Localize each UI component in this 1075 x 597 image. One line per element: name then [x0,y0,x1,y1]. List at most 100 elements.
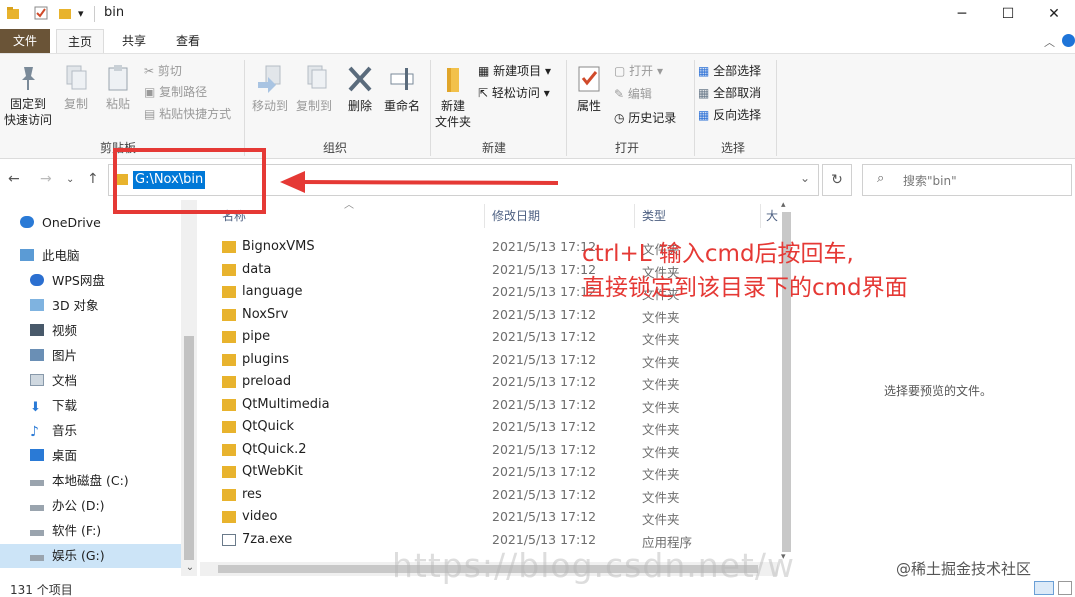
item-count: 131 个项目 [10,583,73,597]
pin-quick-access-button[interactable]: 固定到 快速访问 [2,64,54,128]
delete-label: 删除 [347,99,372,113]
column-header-size[interactable]: 大 [766,207,778,224]
back-arrow-icon[interactable]: ← [8,171,20,187]
cut-button[interactable]: ✂ 剪切 [144,62,182,80]
recent-locations-chevron-icon[interactable]: ⌄ [66,174,74,185]
nav-scrollbar[interactable] [181,200,197,576]
nav-item-onedrive[interactable]: OneDrive [20,211,101,235]
folder-icon [222,399,236,411]
column-divider[interactable] [634,204,635,228]
file-row[interactable]: res 2021/5/13 17:12 文件夹 [200,484,780,506]
new-item-button[interactable]: ▦ 新建项目 ▾ [478,62,551,80]
file-row[interactable]: video 2021/5/13 17:12 文件夹 [200,506,780,528]
easy-access-button[interactable]: ⇱ 轻松访问 ▾ [478,84,550,102]
rename-button[interactable]: 重命名 [380,64,424,114]
open-button[interactable]: ▢ 打开 ▾ [614,62,663,80]
edit-icon: ✎ [614,87,628,101]
organize-group-label: 组织 [323,141,348,155]
tab-share[interactable]: 共享 [110,29,158,53]
copy-to-button[interactable]: 复制到 [292,64,336,114]
nav-item-music[interactable]: ♪ 音乐 [30,419,77,443]
close-button[interactable]: ✕ [1031,0,1075,28]
minimize-button[interactable]: ─ [939,0,985,28]
new-folder-button[interactable]: 新建 文件夹 [432,64,474,130]
select-none-button[interactable]: ▦ 全部取消 [698,84,761,102]
file-type: 文件夹 [642,490,680,505]
column-divider[interactable] [484,204,485,228]
nav-item-drive-d[interactable]: 办公 (D:) [30,494,105,518]
details-view-icon[interactable] [1034,581,1054,595]
forward-arrow-icon[interactable]: → [40,171,52,187]
download-icon: ⬇ [30,400,41,415]
delete-button[interactable]: 删除 [342,64,378,114]
copy-label: 复制 [63,97,88,111]
file-row[interactable]: QtQuick 2021/5/13 17:12 文件夹 [200,416,780,438]
nav-scroll-down-icon[interactable]: ⌄ [182,562,198,576]
history-button[interactable]: ◷ 历史记录 [614,109,676,127]
nav-item-wps-drive[interactable]: WPS网盘 [30,269,105,293]
nav-item-this-pc[interactable]: 此电脑 [20,244,80,268]
nav-item-3d-objects[interactable]: 3D 对象 [30,294,99,318]
select-all-button[interactable]: ▦ 全部选择 [698,62,761,80]
up-arrow-icon[interactable]: ↑ [87,171,99,187]
column-header-date[interactable]: 修改日期 [492,207,540,224]
chevron-down-icon: ▾ [541,64,552,78]
move-to-button[interactable]: 移动到 [248,64,292,114]
annotation-text-line1: ctrl+L 输入cmd后按回车, [582,241,854,267]
file-name: plugins [242,352,289,367]
maximize-button[interactable]: ☐ [985,0,1031,28]
large-icons-view-icon[interactable] [1058,581,1072,595]
nav-scrollbar-thumb[interactable] [184,336,194,560]
collapse-ribbon-icon[interactable]: ︿ [1044,34,1055,50]
ribbon-separator [694,60,695,156]
nav-item-pictures[interactable]: 图片 [30,344,77,368]
drive-icon [30,530,44,536]
paste-shortcut-button[interactable]: ▤ 粘贴快捷方式 [144,105,231,123]
tab-view[interactable]: 查看 [164,29,212,53]
file-row[interactable]: pipe 2021/5/13 17:12 文件夹 [200,326,780,348]
file-row[interactable]: QtMultimedia 2021/5/13 17:12 文件夹 [200,394,780,416]
open-icon: ▢ [614,64,630,78]
tab-file[interactable]: 文件 [0,29,50,53]
properties-icon [578,66,600,92]
tab-home[interactable]: 主页 [56,29,104,53]
nav-item-downloads[interactable]: ⬇ 下载 [30,394,77,418]
edit-button[interactable]: ✎ 编辑 [614,85,652,103]
file-row[interactable]: QtWebKit 2021/5/13 17:12 文件夹 [200,461,780,483]
new-folder-quick-icon[interactable] [58,6,72,20]
nav-item-documents[interactable]: 文档 [30,369,77,393]
nav-item-drive-g[interactable]: 娱乐 (G:) [0,544,181,568]
file-name: 7za.exe [242,532,293,547]
help-icon[interactable] [1062,34,1075,47]
new-folder-label-line2: 文件夹 [434,115,471,129]
file-name: data [242,262,272,277]
column-divider[interactable] [760,204,761,228]
file-row[interactable]: preload 2021/5/13 17:12 文件夹 [200,371,780,393]
nav-item-drive-f[interactable]: 软件 (F:) [30,519,101,543]
move-to-label: 移动到 [251,99,288,113]
folder-icon [222,309,236,321]
file-row[interactable]: NoxSrv 2021/5/13 17:12 文件夹 [200,304,780,326]
folder-icon [222,444,236,456]
customize-quick-access-icon[interactable]: ▾ [78,7,92,21]
paste-button[interactable]: 粘贴 [100,64,136,112]
properties-quick-icon[interactable] [34,6,48,20]
copy-path-button[interactable]: ▣ 复制路径 [144,83,207,101]
invert-selection-button[interactable]: ▦ 反向选择 [698,106,761,124]
file-row[interactable]: plugins 2021/5/13 17:12 文件夹 [200,349,780,371]
search-input[interactable]: ⌕ 搜索"bin" [862,164,1072,196]
copy-button[interactable]: 复制 [58,64,94,112]
nav-item-drive-c[interactable]: 本地磁盘 (C:) [30,469,129,493]
refresh-button[interactable]: ↻ [822,164,852,196]
file-date: 2021/5/13 17:12 [492,307,597,322]
nav-item-videos[interactable]: 视频 [30,319,77,343]
nav-item-desktop[interactable]: 桌面 [30,444,77,468]
file-name: preload [242,374,292,389]
column-header-type[interactable]: 类型 [642,207,666,224]
file-name: BignoxVMS [242,239,315,254]
address-dropdown-chevron-icon[interactable]: ⌄ [800,171,810,185]
properties-button[interactable]: 属性 [570,64,608,114]
easy-access-label: 轻松访问 [491,86,540,100]
scroll-up-icon[interactable]: ▴ [781,200,786,210]
file-row[interactable]: QtQuick.2 2021/5/13 17:12 文件夹 [200,439,780,461]
